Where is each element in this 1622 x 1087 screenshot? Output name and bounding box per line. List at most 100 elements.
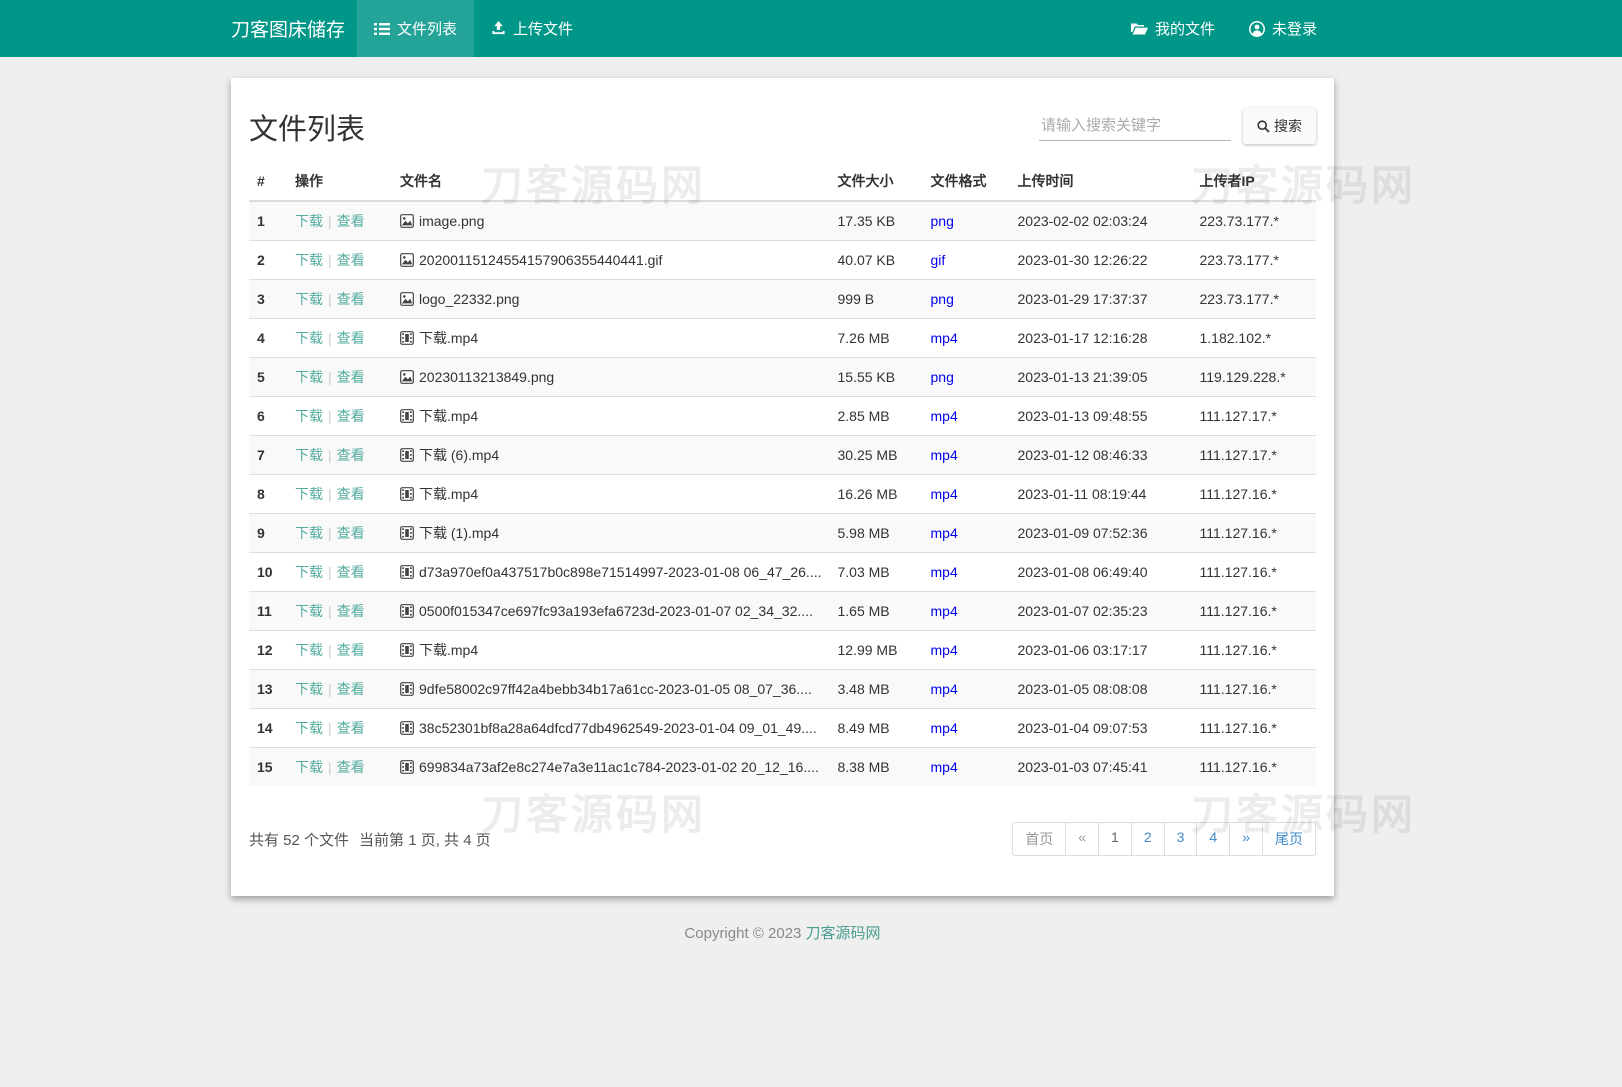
format-link[interactable]: mp4 bbox=[931, 408, 958, 424]
nav-item-login-status[interactable]: 未登录 bbox=[1232, 0, 1334, 57]
row-index: 9 bbox=[249, 514, 287, 553]
view-link[interactable]: 查看 bbox=[337, 291, 365, 307]
table-row: 8下载|查看下载.mp416.26 MBmp42023-01-11 08:19:… bbox=[249, 475, 1316, 514]
download-link[interactable]: 下载 bbox=[295, 330, 323, 346]
view-link[interactable]: 查看 bbox=[337, 642, 365, 658]
pagination-item[interactable]: » bbox=[1229, 822, 1263, 856]
download-link[interactable]: 下载 bbox=[295, 759, 323, 775]
table-row: 12下载|查看下载.mp412.99 MBmp42023-01-06 03:17… bbox=[249, 631, 1316, 670]
pagination-item[interactable]: 2 bbox=[1131, 822, 1165, 856]
view-link[interactable]: 查看 bbox=[337, 759, 365, 775]
format-link[interactable]: mp4 bbox=[931, 525, 958, 541]
pagination-item: 1 bbox=[1098, 822, 1132, 856]
row-filesize: 7.03 MB bbox=[830, 553, 923, 592]
video-file-icon bbox=[400, 604, 414, 618]
view-link[interactable]: 查看 bbox=[337, 720, 365, 736]
row-uploader-ip: 1.182.102.* bbox=[1192, 319, 1317, 358]
row-filename: 下载.mp4 bbox=[392, 475, 830, 514]
download-link[interactable]: 下载 bbox=[295, 447, 323, 463]
row-filename: 0500f015347ce697fc93a193efa6723d-2023-01… bbox=[392, 592, 830, 631]
image-file-icon bbox=[400, 292, 414, 306]
video-file-icon bbox=[400, 409, 414, 423]
row-upload-time: 2023-01-08 06:49:40 bbox=[1010, 553, 1192, 592]
folder-icon bbox=[1131, 22, 1148, 36]
search-button-label: 搜索 bbox=[1274, 116, 1302, 136]
format-link[interactable]: png bbox=[931, 213, 954, 229]
format-link[interactable]: mp4 bbox=[931, 486, 958, 502]
format-link[interactable]: mp4 bbox=[931, 759, 958, 775]
pagination-item[interactable]: 3 bbox=[1164, 822, 1198, 856]
view-link[interactable]: 查看 bbox=[337, 525, 365, 541]
view-link[interactable]: 查看 bbox=[337, 486, 365, 502]
table-row: 4下载|查看下载.mp47.26 MBmp42023-01-17 12:16:2… bbox=[249, 319, 1316, 358]
video-file-icon bbox=[400, 721, 414, 735]
video-file-icon bbox=[400, 487, 414, 501]
format-link[interactable]: mp4 bbox=[931, 681, 958, 697]
view-link[interactable]: 查看 bbox=[337, 213, 365, 229]
row-uploader-ip: 223.73.177.* bbox=[1192, 201, 1317, 241]
download-link[interactable]: 下载 bbox=[295, 369, 323, 385]
row-uploader-ip: 223.73.177.* bbox=[1192, 241, 1317, 280]
row-upload-time: 2023-01-29 17:37:37 bbox=[1010, 280, 1192, 319]
action-separator: | bbox=[328, 603, 332, 619]
file-list-card: 文件列表 搜索 #操作文件名文件大小文件格式上传时间上传者IP 1下载|查看im… bbox=[231, 78, 1334, 896]
search-button[interactable]: 搜索 bbox=[1243, 108, 1316, 144]
format-link[interactable]: png bbox=[931, 291, 954, 307]
download-link[interactable]: 下载 bbox=[295, 252, 323, 268]
format-link[interactable]: mp4 bbox=[931, 720, 958, 736]
download-link[interactable]: 下载 bbox=[295, 564, 323, 580]
format-link[interactable]: mp4 bbox=[931, 447, 958, 463]
view-link[interactable]: 查看 bbox=[337, 564, 365, 580]
download-link[interactable]: 下载 bbox=[295, 720, 323, 736]
format-link[interactable]: mp4 bbox=[931, 642, 958, 658]
view-link[interactable]: 查看 bbox=[337, 447, 365, 463]
action-separator: | bbox=[328, 369, 332, 385]
download-link[interactable]: 下载 bbox=[295, 291, 323, 307]
nav-item-file-list[interactable]: 文件列表 bbox=[357, 0, 474, 57]
copyright-link[interactable]: 刀客源码网 bbox=[806, 925, 881, 942]
row-index: 4 bbox=[249, 319, 287, 358]
table-row: 3下载|查看logo_22332.png999 Bpng2023-01-29 1… bbox=[249, 280, 1316, 319]
row-filesize: 15.55 KB bbox=[830, 358, 923, 397]
view-link[interactable]: 查看 bbox=[337, 330, 365, 346]
download-link[interactable]: 下载 bbox=[295, 408, 323, 424]
format-link[interactable]: mp4 bbox=[931, 330, 958, 346]
download-link[interactable]: 下载 bbox=[295, 681, 323, 697]
search-input[interactable] bbox=[1039, 111, 1231, 141]
row-index: 15 bbox=[249, 748, 287, 787]
row-filename: 下载 (6).mp4 bbox=[392, 436, 830, 475]
format-link[interactable]: mp4 bbox=[931, 603, 958, 619]
row-filesize: 12.99 MB bbox=[830, 631, 923, 670]
download-link[interactable]: 下载 bbox=[295, 603, 323, 619]
download-link[interactable]: 下载 bbox=[295, 525, 323, 541]
row-actions: 下载|查看 bbox=[287, 631, 392, 670]
row-format: mp4 bbox=[923, 436, 1010, 475]
format-link[interactable]: gif bbox=[931, 252, 946, 268]
format-link[interactable]: png bbox=[931, 369, 954, 385]
row-format: mp4 bbox=[923, 319, 1010, 358]
file-table: #操作文件名文件大小文件格式上传时间上传者IP 1下载|查看image.png1… bbox=[249, 162, 1316, 786]
pagination-item[interactable]: 尾页 bbox=[1262, 822, 1316, 856]
view-link[interactable]: 查看 bbox=[337, 681, 365, 697]
download-link[interactable]: 下载 bbox=[295, 486, 323, 502]
download-link[interactable]: 下载 bbox=[295, 213, 323, 229]
row-uploader-ip: 223.73.177.* bbox=[1192, 280, 1317, 319]
view-link[interactable]: 查看 bbox=[337, 252, 365, 268]
row-upload-time: 2023-01-05 08:08:08 bbox=[1010, 670, 1192, 709]
column-header: 上传时间 bbox=[1010, 162, 1192, 201]
nav-item-my-files[interactable]: 我的文件 bbox=[1114, 0, 1232, 57]
view-link[interactable]: 查看 bbox=[337, 369, 365, 385]
download-link[interactable]: 下载 bbox=[295, 642, 323, 658]
nav-item-upload[interactable]: 上传文件 bbox=[474, 0, 590, 57]
pagination-item[interactable]: 4 bbox=[1196, 822, 1230, 856]
brand-title: 刀客图床储存 bbox=[231, 0, 345, 57]
image-file-icon bbox=[400, 370, 414, 384]
row-upload-time: 2023-01-06 03:17:17 bbox=[1010, 631, 1192, 670]
view-link[interactable]: 查看 bbox=[337, 603, 365, 619]
format-link[interactable]: mp4 bbox=[931, 564, 958, 580]
view-link[interactable]: 查看 bbox=[337, 408, 365, 424]
row-upload-time: 2023-01-13 09:48:55 bbox=[1010, 397, 1192, 436]
row-format: mp4 bbox=[923, 553, 1010, 592]
row-index: 8 bbox=[249, 475, 287, 514]
nav-item-label: 未登录 bbox=[1272, 18, 1317, 39]
